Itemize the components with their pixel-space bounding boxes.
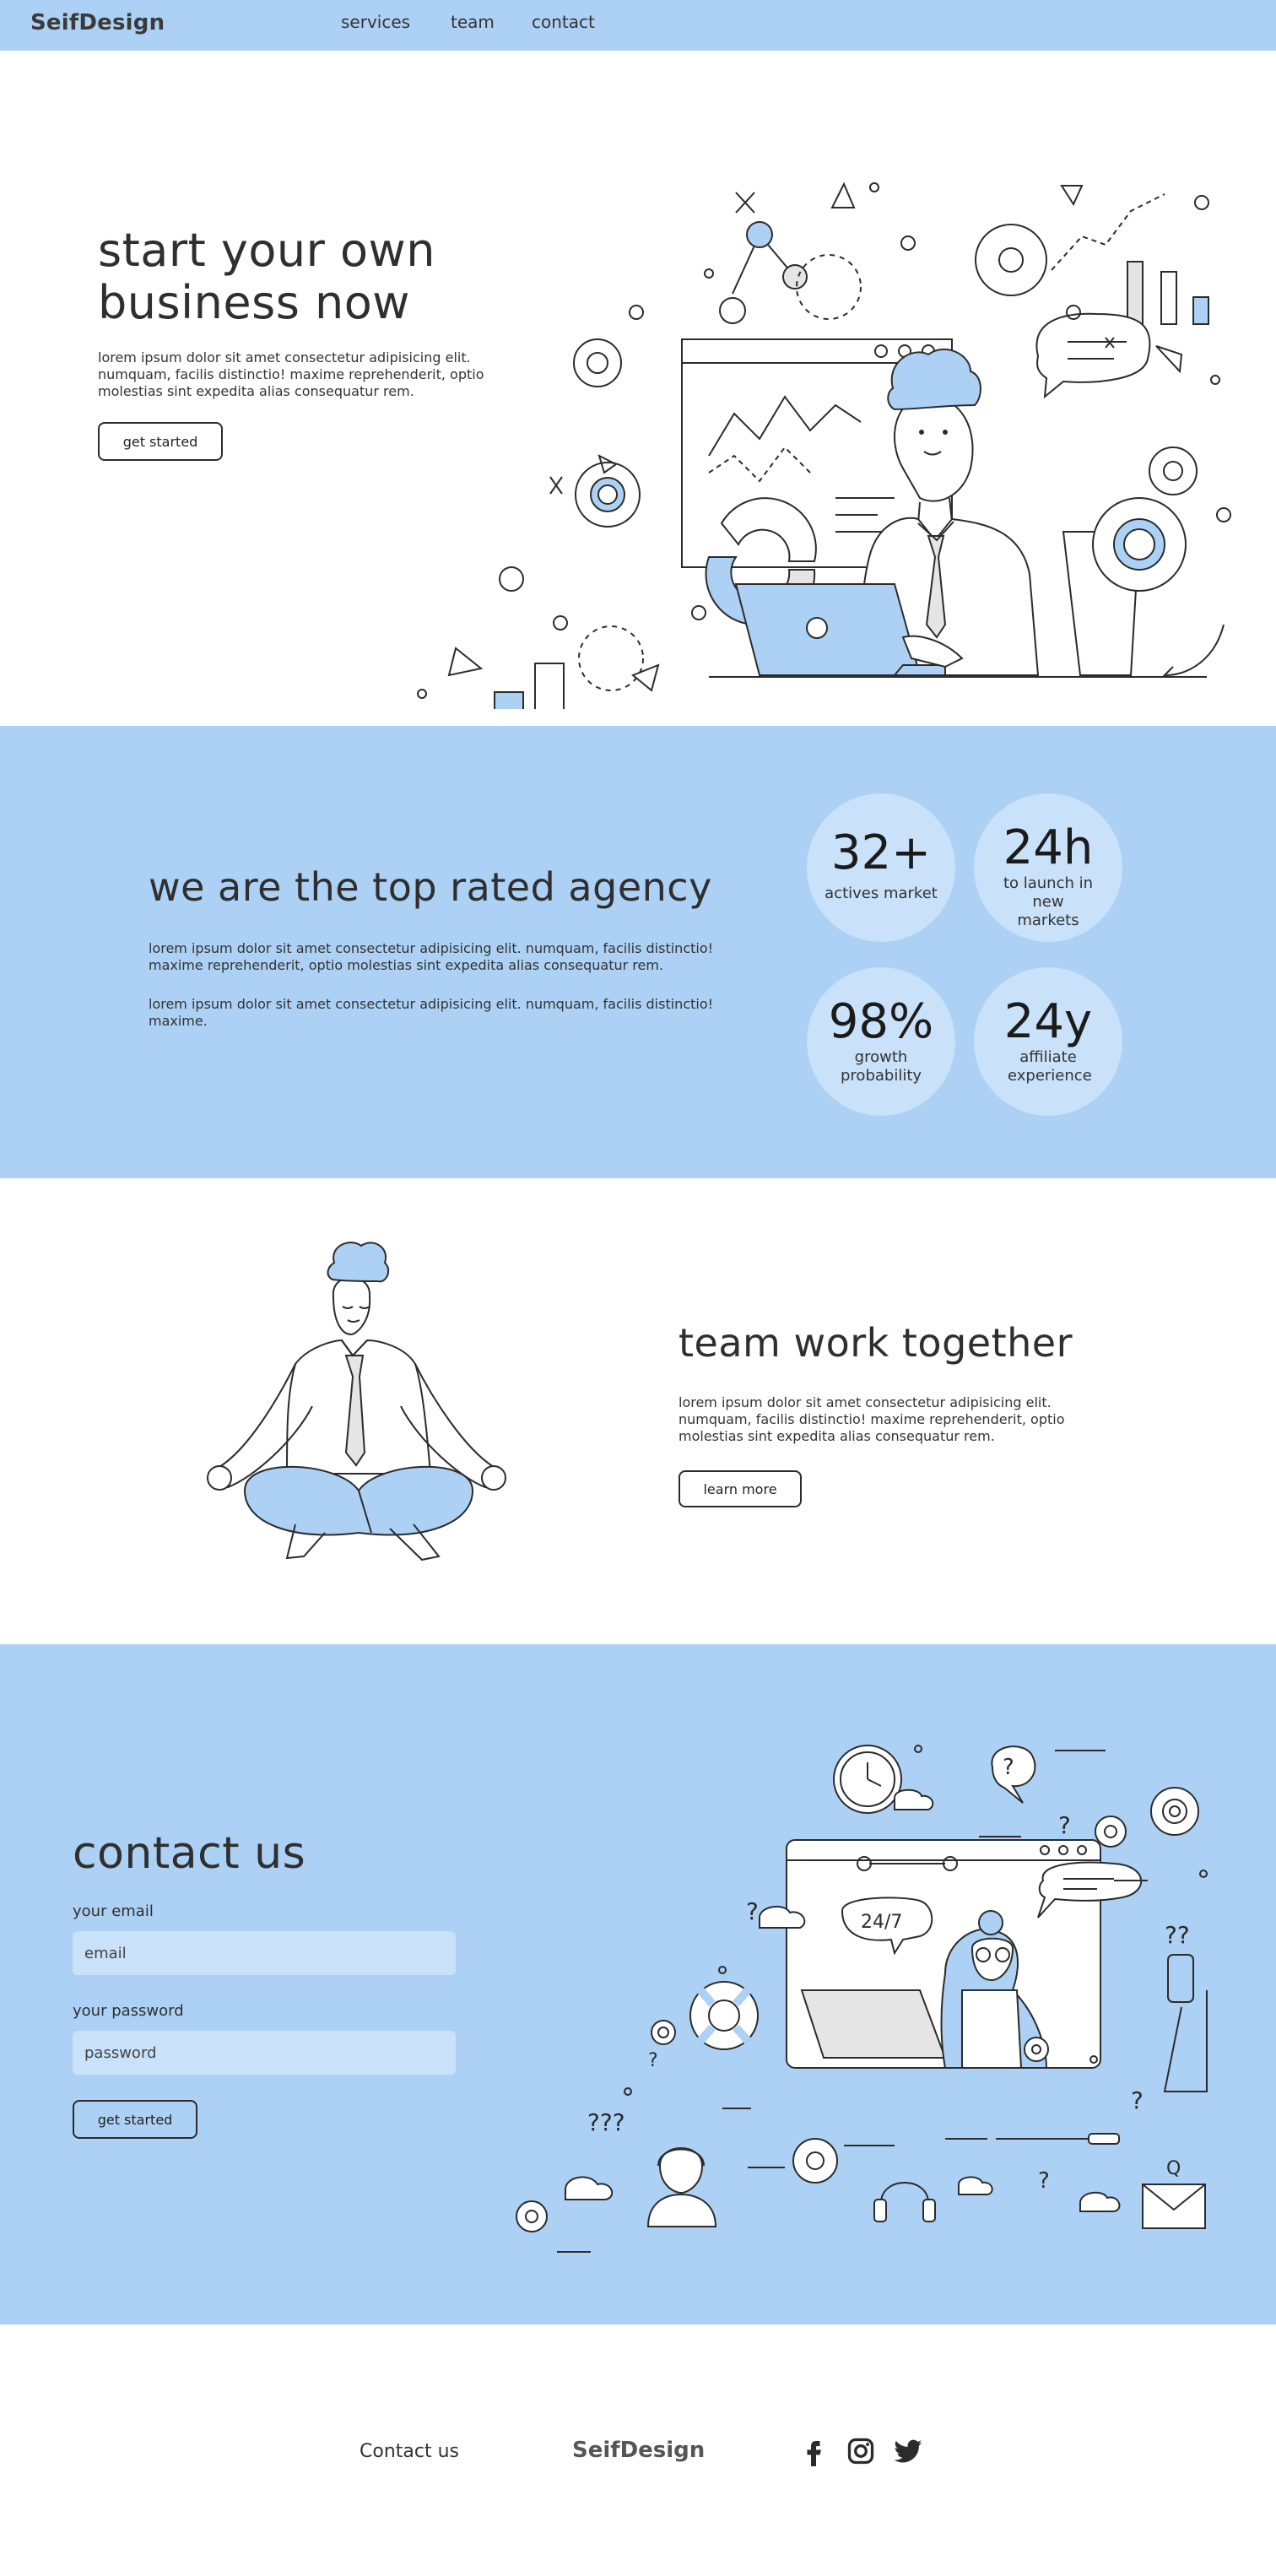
- nav-link-contact[interactable]: contact: [532, 12, 595, 32]
- stat-circle: 24h to launch in new markets: [974, 793, 1122, 942]
- top-nav: SeifDesign services team contact: [0, 0, 1276, 51]
- business-illustration: [417, 181, 1231, 709]
- stats-section: we are the top rated agency lorem ipsum …: [0, 726, 1276, 1178]
- meditating-man-illustration: [207, 1242, 506, 1561]
- svg-text:?: ?: [1038, 2168, 1050, 2194]
- contact-get-started-button[interactable]: get started: [73, 2100, 197, 2139]
- stats-paragraph-1: lorem ipsum dolor sit amet consectetur a…: [149, 940, 714, 973]
- stats-title: we are the top rated agency: [149, 864, 712, 910]
- stat-circle: 24y affiliate experience: [974, 967, 1122, 1116]
- svg-text:?: ?: [746, 1897, 759, 1925]
- stat-value: 24h: [1003, 820, 1094, 875]
- footer-contact-link[interactable]: Contact us: [360, 2441, 459, 2462]
- stat-circle: 98% growth probability: [807, 967, 955, 1116]
- svg-text:Q: Q: [1166, 2158, 1181, 2179]
- support-badge: 24/7: [861, 1912, 902, 1933]
- team-title: team work together: [679, 1320, 1073, 1366]
- instagram-icon[interactable]: [846, 2436, 876, 2466]
- stat-value: 32+: [830, 825, 932, 880]
- svg-text:?: ?: [648, 2050, 658, 2071]
- facebook-icon[interactable]: [798, 2436, 829, 2466]
- stat-circle: 32+ actives market: [807, 793, 955, 942]
- footer-logo[interactable]: SeifDesign: [572, 2438, 705, 2463]
- stat-value: 98%: [828, 994, 934, 1049]
- footer: Contact us SeifDesign: [0, 2324, 1276, 2576]
- svg-text:?: ?: [1003, 1755, 1014, 1780]
- contact-title: contact us: [73, 1828, 306, 1879]
- stat-label: growth probability: [841, 1048, 922, 1085]
- learn-more-button[interactable]: learn more: [679, 1470, 802, 1507]
- stat-label: affiliate experience: [1008, 1048, 1092, 1085]
- contact-section: contact us your email your password get …: [0, 1644, 1276, 2324]
- stat-label: actives market: [825, 885, 938, 902]
- gear-icon: [1092, 497, 1187, 592]
- nav-link-team[interactable]: team: [451, 12, 495, 32]
- twitter-icon[interactable]: [893, 2436, 923, 2466]
- stats-paragraph-2: lorem ipsum dolor sit amet consectetur a…: [149, 996, 714, 1029]
- logo[interactable]: SeifDesign: [30, 10, 165, 35]
- password-field[interactable]: [73, 2031, 456, 2075]
- svg-text:?: ?: [1131, 2086, 1144, 2114]
- svg-text:???: ???: [587, 2108, 625, 2136]
- email-label: your email: [73, 1902, 154, 1920]
- svg-text:?: ?: [1058, 1811, 1071, 1839]
- team-section: team work together lorem ipsum dolor sit…: [0, 1178, 1276, 1644]
- password-label: your password: [73, 2002, 184, 2020]
- page: SeifDesign services team contact start y…: [0, 0, 1276, 2576]
- team-text: lorem ipsum dolor sit amet consectetur a…: [679, 1394, 1065, 1444]
- svg-text:??: ??: [1165, 1921, 1190, 1949]
- stat-value: 24y: [1003, 994, 1093, 1049]
- email-field[interactable]: [73, 1931, 456, 1975]
- nav-link-services[interactable]: services: [341, 12, 410, 32]
- get-started-button[interactable]: get started: [98, 422, 223, 461]
- support-illustration: 24/7 ? Q ? ? ?? ? ??? ? ?: [516, 1745, 1208, 2253]
- hero-section: start your own business now lorem ipsum …: [0, 51, 1276, 726]
- stat-label: to launch in new markets: [1003, 874, 1094, 929]
